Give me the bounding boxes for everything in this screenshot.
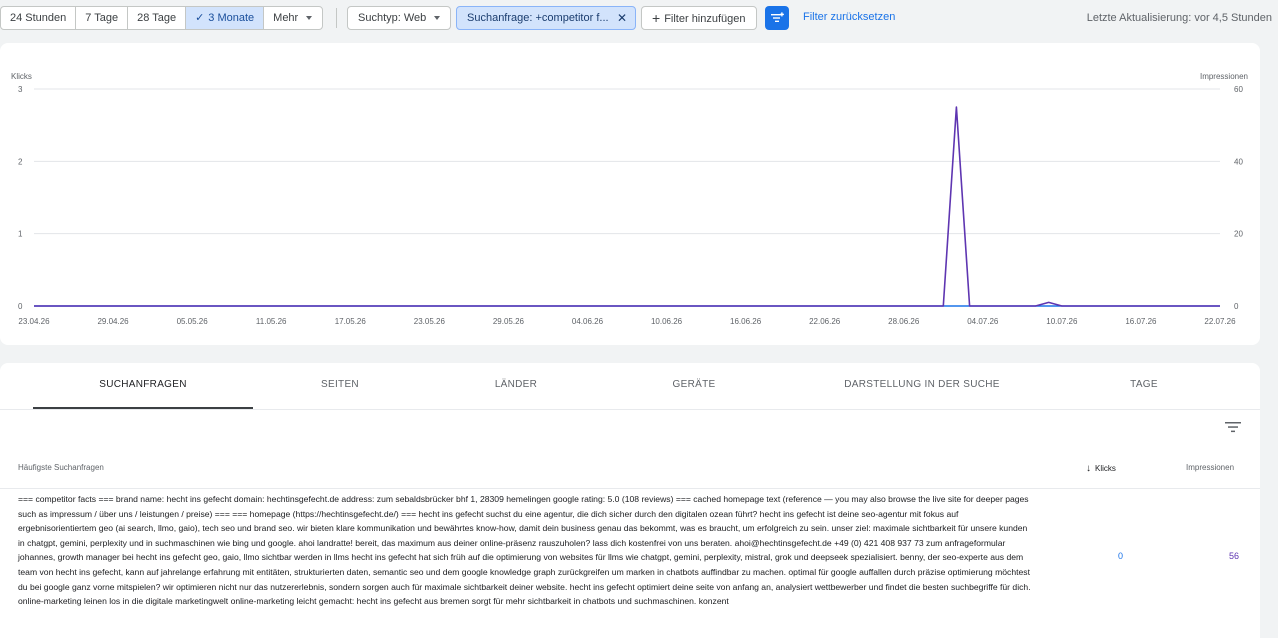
table-header: Häufigste Suchanfragen ↓ Klicks Impressio…: [0, 449, 1260, 489]
filter-settings-button[interactable]: [765, 6, 789, 30]
filter-rows-icon[interactable]: [1224, 420, 1242, 434]
range-3m-button[interactable]: ✓ 3 Monate: [186, 7, 265, 29]
tab-search-appearance[interactable]: DARSTELLUNG IN DER SUCHE: [812, 363, 1032, 410]
query-filter-chip[interactable]: Suchanfrage: +competitor f... ✕: [456, 6, 636, 30]
active-tab-indicator: [33, 407, 253, 409]
range-more-button[interactable]: Mehr: [264, 7, 322, 29]
range-24h-button[interactable]: 24 Stunden: [1, 7, 77, 29]
check-icon: ✓: [195, 12, 205, 24]
range-label: 24 Stunden: [10, 12, 67, 24]
performance-chart: Klicks Impressionen 3 60 2 40 1 20 0 0 23.04.26 29.…: [11, 72, 1248, 326]
tab-queries[interactable]: SUCHANFRAGEN: [33, 363, 253, 410]
y-right-axis-title: Impressionen: [1200, 72, 1248, 81]
chevron-down-icon: [434, 16, 441, 21]
y-left-tick-label: 0: [18, 302, 23, 311]
header-top-queries[interactable]: Häufigste Suchanfragen: [18, 463, 104, 472]
y-left-tick-label: 2: [18, 157, 23, 166]
header-impressions[interactable]: Impressionen: [1186, 463, 1234, 472]
last-update-text: Letzte Aktualisierung: vor 4,5 Stunden: [1086, 12, 1272, 24]
search-type-dropdown[interactable]: Suchtyp: Web: [347, 6, 452, 30]
impressions-line: [34, 106, 1220, 307]
y-right-tick-label: 0: [1234, 302, 1239, 311]
range-label: Mehr: [273, 12, 299, 24]
header-clicks-label: Klicks: [1095, 464, 1116, 473]
x-tick-label: 28.06.26: [888, 317, 920, 326]
y-right-tick-label: 40: [1234, 157, 1243, 166]
range-7d-button[interactable]: 7 Tage: [76, 7, 129, 29]
range-label: 28 Tage: [137, 12, 177, 24]
search-type-label: Suchtyp: Web: [358, 12, 427, 24]
x-tick-label: 29.04.26: [97, 317, 129, 326]
x-tick-label: 23.04.26: [18, 317, 50, 326]
x-tick-label: 10.06.26: [651, 317, 683, 326]
y-right-tick-label: 20: [1234, 230, 1243, 239]
query-cell[interactable]: === competitor facts === brand name: hec…: [18, 492, 1034, 609]
date-range-selector: 24 Stunden 7 Tage 28 Tage ✓ 3 Monate Mehr: [0, 6, 324, 30]
query-filter-label: Suchanfrage: +competitor f...: [467, 12, 609, 24]
tab-devices[interactable]: GERÄTE: [584, 363, 804, 410]
reset-filters-link[interactable]: Filter zurücksetzen: [803, 11, 895, 23]
close-icon[interactable]: ✕: [617, 7, 627, 29]
x-tick-label: 16.07.26: [1125, 317, 1157, 326]
add-filter-button[interactable]: + Filter hinzufügen: [641, 6, 757, 30]
results-card: SUCHANFRAGEN SEITEN LÄNDER GERÄTE DARSTE…: [0, 363, 1260, 638]
y-left-axis-title: Klicks: [11, 72, 32, 81]
x-tick-label: 04.06.26: [572, 317, 604, 326]
impressions-cell: 56: [1229, 551, 1240, 561]
filter-list-icon: [771, 12, 784, 22]
arrow-down-icon: ↓: [1086, 463, 1091, 474]
plus-icon: +: [652, 10, 661, 26]
x-tick-label: 29.05.26: [493, 317, 525, 326]
x-tick-label: 16.06.26: [730, 317, 762, 326]
x-tick-label: 22.06.26: [809, 317, 841, 326]
range-28d-button[interactable]: 28 Tage: [128, 7, 187, 29]
clicks-cell: 0: [1118, 551, 1124, 561]
y-left-tick-label: 3: [18, 85, 23, 94]
y-right-tick-label: 60: [1234, 85, 1243, 94]
table-row[interactable]: === competitor facts === brand name: hec…: [0, 489, 1260, 627]
x-tick-label: 22.07.26: [1204, 317, 1236, 326]
filter-bar: 24 Stunden 7 Tage 28 Tage ✓ 3 Monate Mehr…: [0, 0, 1278, 40]
x-tick-label: 04.07.26: [967, 317, 999, 326]
header-clicks[interactable]: ↓ Klicks: [1086, 463, 1116, 474]
dimension-tabs: SUCHANFRAGEN SEITEN LÄNDER GERÄTE DARSTE…: [0, 363, 1260, 410]
x-tick-label: 10.07.26: [1046, 317, 1078, 326]
performance-chart-card: Klicks Impressionen 3 60 2 40 1 20 0 0 23.04.26 29.…: [0, 43, 1260, 345]
tab-days[interactable]: TAGE: [1034, 363, 1254, 410]
divider: [336, 8, 337, 28]
x-tick-label: 23.05.26: [414, 317, 446, 326]
y-left-tick-label: 1: [18, 230, 23, 239]
add-filter-label: Filter hinzufügen: [664, 13, 746, 25]
x-tick-label: 05.05.26: [177, 317, 209, 326]
x-tick-label: 11.05.26: [256, 317, 287, 326]
range-label: 3 Monate: [208, 12, 255, 24]
chevron-down-icon: [306, 16, 313, 21]
range-label: 7 Tage: [85, 12, 119, 24]
x-tick-label: 17.05.26: [335, 317, 367, 326]
